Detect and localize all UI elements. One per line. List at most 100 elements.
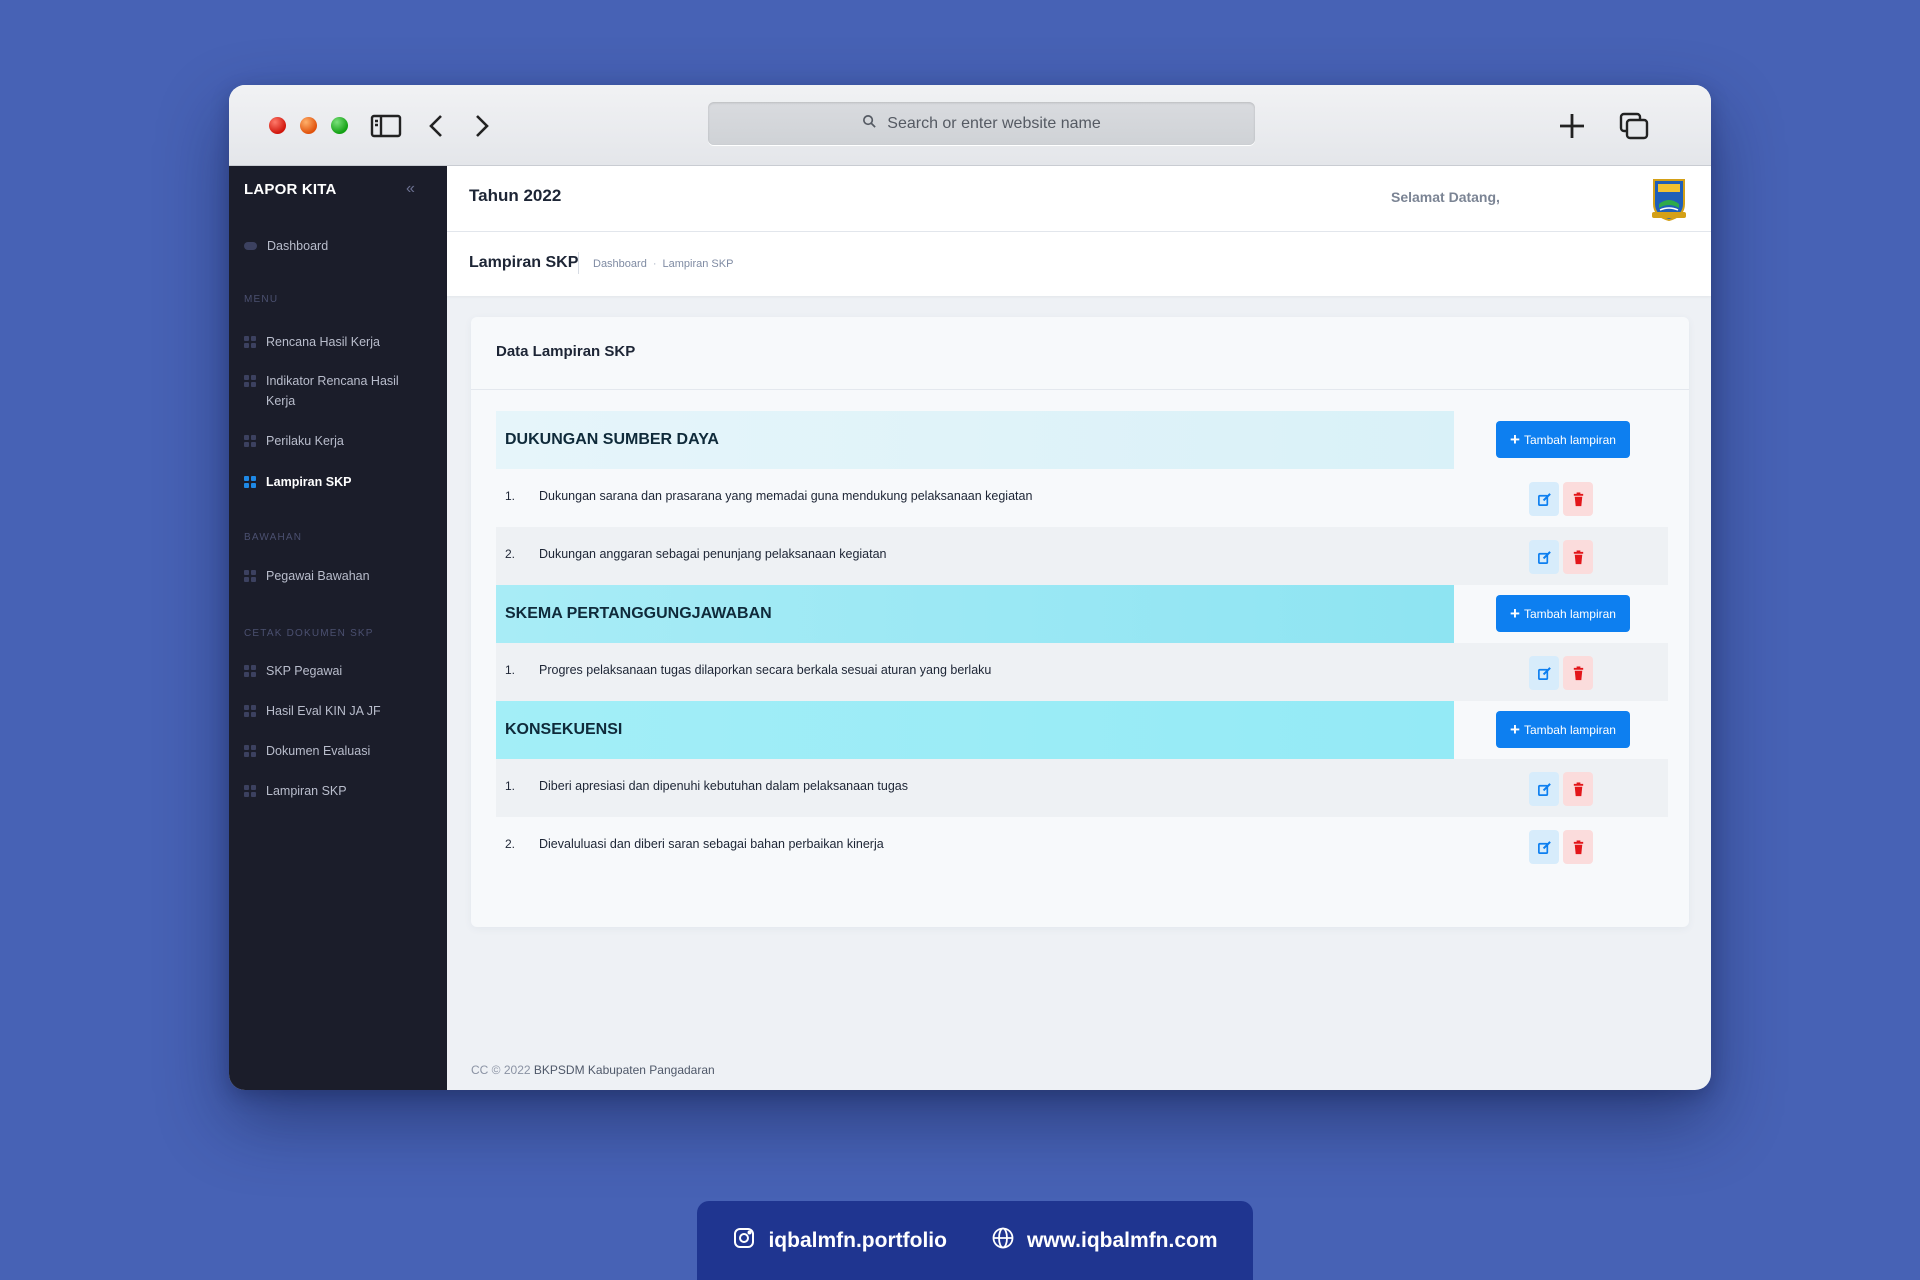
sidebar-item-dashboard[interactable]: Dashboard — [244, 236, 434, 256]
add-attachment-button[interactable]: + Tambah lampiran — [1496, 711, 1630, 748]
edit-icon — [1537, 550, 1551, 564]
sidebar-item-hasil-eval[interactable]: Hasil Eval KIN JA JF — [244, 701, 434, 721]
sidebar-item-label: Dokumen Evaluasi — [266, 744, 371, 758]
card-divider — [471, 389, 1689, 390]
sidebar-toggle-icon[interactable] — [369, 111, 403, 141]
title-divider — [578, 252, 579, 274]
edit-icon — [1537, 782, 1551, 796]
regency-emblem-icon[interactable] — [1650, 174, 1688, 222]
instagram-handle[interactable]: iqbalmfn.portfolio — [732, 1226, 947, 1256]
row-text: Diberi apresiasi dan dipenuhi kebutuhan … — [539, 779, 909, 793]
delete-button[interactable] — [1563, 830, 1593, 864]
edit-button[interactable] — [1529, 540, 1559, 574]
grid-icon — [244, 435, 256, 447]
year-label: Tahun 2022 — [469, 186, 562, 205]
row-number: 1. — [505, 779, 516, 793]
footer: CC © 2022 BKPSDM Kabupaten Pangadaran — [471, 1063, 715, 1077]
sidebar-item-label: Indikator Rencana Hasil Kerja — [266, 374, 399, 408]
add-attachment-button[interactable]: + Tambah lampiran — [1496, 421, 1630, 458]
collapse-sidebar-icon[interactable]: « — [406, 180, 415, 198]
maximize-window-button[interactable] — [331, 117, 348, 134]
add-button-label: Tambah lampiran — [1523, 722, 1616, 737]
instagram-label: iqbalmfn.portfolio — [768, 1228, 947, 1252]
instagram-icon — [732, 1226, 756, 1256]
address-bar[interactable]: Search or enter website name — [708, 102, 1255, 145]
sidebar-item-label: Perilaku Kerja — [266, 434, 344, 448]
breadcrumb: Dashboard · Lampiran SKP — [593, 258, 733, 270]
trash-icon — [1573, 665, 1583, 680]
sidebar-item-indikator[interactable]: Indikator Rencana Hasil Kerja — [244, 371, 404, 411]
close-window-button[interactable] — [269, 117, 286, 134]
trash-icon — [1573, 781, 1583, 796]
minimize-window-button[interactable] — [300, 117, 317, 134]
row-number: 2. — [505, 547, 516, 561]
sidebar-item-cetak-lampiran-skp[interactable]: Lampiran SKP — [244, 781, 434, 801]
address-placeholder: Search or enter website name — [887, 114, 1101, 132]
group-row: DUKUNGAN SUMBER DAYA + Tambah lampiran — [496, 411, 1668, 469]
sidebar-item-label: Rencana Hasil Kerja — [266, 335, 380, 349]
grid-icon — [244, 745, 256, 757]
sidebar-item-skp-pegawai[interactable]: SKP Pegawai — [244, 661, 434, 681]
group-header: DUKUNGAN SUMBER DAYA — [496, 411, 1454, 469]
portfolio-badge: iqbalmfn.portfolio www.iqbalmfn.com — [697, 1201, 1253, 1280]
trash-icon — [1573, 839, 1583, 854]
website-link[interactable]: www.iqbalmfn.com — [991, 1226, 1218, 1256]
edit-button[interactable] — [1529, 830, 1559, 864]
browser-toolbar: Search or enter website name — [229, 85, 1711, 166]
page-title: Lampiran SKP — [469, 254, 579, 271]
footer-org: BKPSDM Kabupaten Pangadaran — [533, 1063, 715, 1077]
grid-icon — [244, 665, 256, 677]
data-card: Data Lampiran SKP DUKUNGAN SUMBER DAYA +… — [471, 317, 1689, 927]
app-brand: LAPOR KITA — [244, 181, 337, 198]
edit-icon — [1537, 666, 1551, 680]
delete-button[interactable] — [1563, 656, 1593, 690]
row-text: Dukungan sarana dan prasarana yang memad… — [539, 489, 1033, 503]
page-header: Lampiran SKP Dashboard · Lampiran SKP — [447, 232, 1711, 296]
globe-icon — [991, 1226, 1015, 1256]
grid-icon — [244, 705, 256, 717]
table-row: 1. Diberi apresiasi dan dipenuhi kebutuh… — [496, 759, 1668, 817]
table-row: 1. Progres pelaksanaan tugas dilaporkan … — [496, 643, 1668, 701]
card-title: Data Lampiran SKP — [496, 343, 636, 360]
sidebar: LAPOR KITA « Dashboard MENU Rencana Hasi… — [229, 166, 447, 1090]
edit-button[interactable] — [1529, 772, 1559, 806]
sidebar-item-perilaku-kerja[interactable]: Perilaku Kerja — [244, 431, 434, 451]
forward-icon[interactable] — [465, 111, 499, 141]
delete-button[interactable] — [1563, 772, 1593, 806]
tabs-overview-icon[interactable] — [1617, 111, 1651, 141]
table-row: 2. Dukungan anggaran sebagai penunjang p… — [496, 527, 1668, 585]
sidebar-item-pegawai-bawahan[interactable]: Pegawai Bawahan — [244, 566, 434, 586]
back-icon[interactable] — [419, 111, 453, 141]
grid-icon — [244, 476, 256, 488]
group-header: KONSEKUENSI — [496, 701, 1454, 759]
add-button-label: Tambah lampiran — [1523, 432, 1616, 447]
delete-button[interactable] — [1563, 482, 1593, 516]
edit-icon — [1537, 840, 1551, 854]
plus-icon: + — [1510, 430, 1520, 449]
breadcrumb-dashboard-link[interactable]: Dashboard — [593, 258, 647, 270]
sidebar-item-label: SKP Pegawai — [266, 664, 343, 678]
row-text: Progres pelaksanaan tugas dilaporkan sec… — [539, 663, 992, 677]
trash-icon — [1573, 491, 1583, 506]
edit-button[interactable] — [1529, 482, 1559, 516]
dashboard-icon — [244, 242, 257, 250]
search-icon — [862, 114, 877, 134]
grid-icon — [244, 375, 256, 387]
new-tab-icon[interactable] — [1555, 111, 1589, 141]
sidebar-item-dokumen-evaluasi[interactable]: Dokumen Evaluasi — [244, 741, 434, 761]
row-number: 1. — [505, 663, 516, 677]
edit-button[interactable] — [1529, 656, 1559, 690]
sidebar-item-label: Lampiran SKP — [266, 784, 347, 798]
breadcrumb-current: Lampiran SKP — [662, 258, 734, 270]
section-label-bawahan: BAWAHAN — [244, 532, 303, 543]
sidebar-item-lampiran-skp[interactable]: Lampiran SKP — [244, 472, 434, 492]
delete-button[interactable] — [1563, 540, 1593, 574]
table-row: 1. Dukungan sarana dan prasarana yang me… — [496, 469, 1668, 527]
sidebar-item-label: Hasil Eval KIN JA JF — [266, 704, 381, 718]
add-attachment-button[interactable]: + Tambah lampiran — [1496, 595, 1630, 632]
footer-copyright: CC © 2022 — [471, 1063, 531, 1077]
add-button-label: Tambah lampiran — [1523, 606, 1616, 621]
grid-icon — [244, 570, 256, 582]
group-row: SKEMA PERTANGGUNGJAWABAN + Tambah lampir… — [496, 585, 1668, 643]
sidebar-item-rencana-hasil-kerja[interactable]: Rencana Hasil Kerja — [244, 332, 434, 352]
